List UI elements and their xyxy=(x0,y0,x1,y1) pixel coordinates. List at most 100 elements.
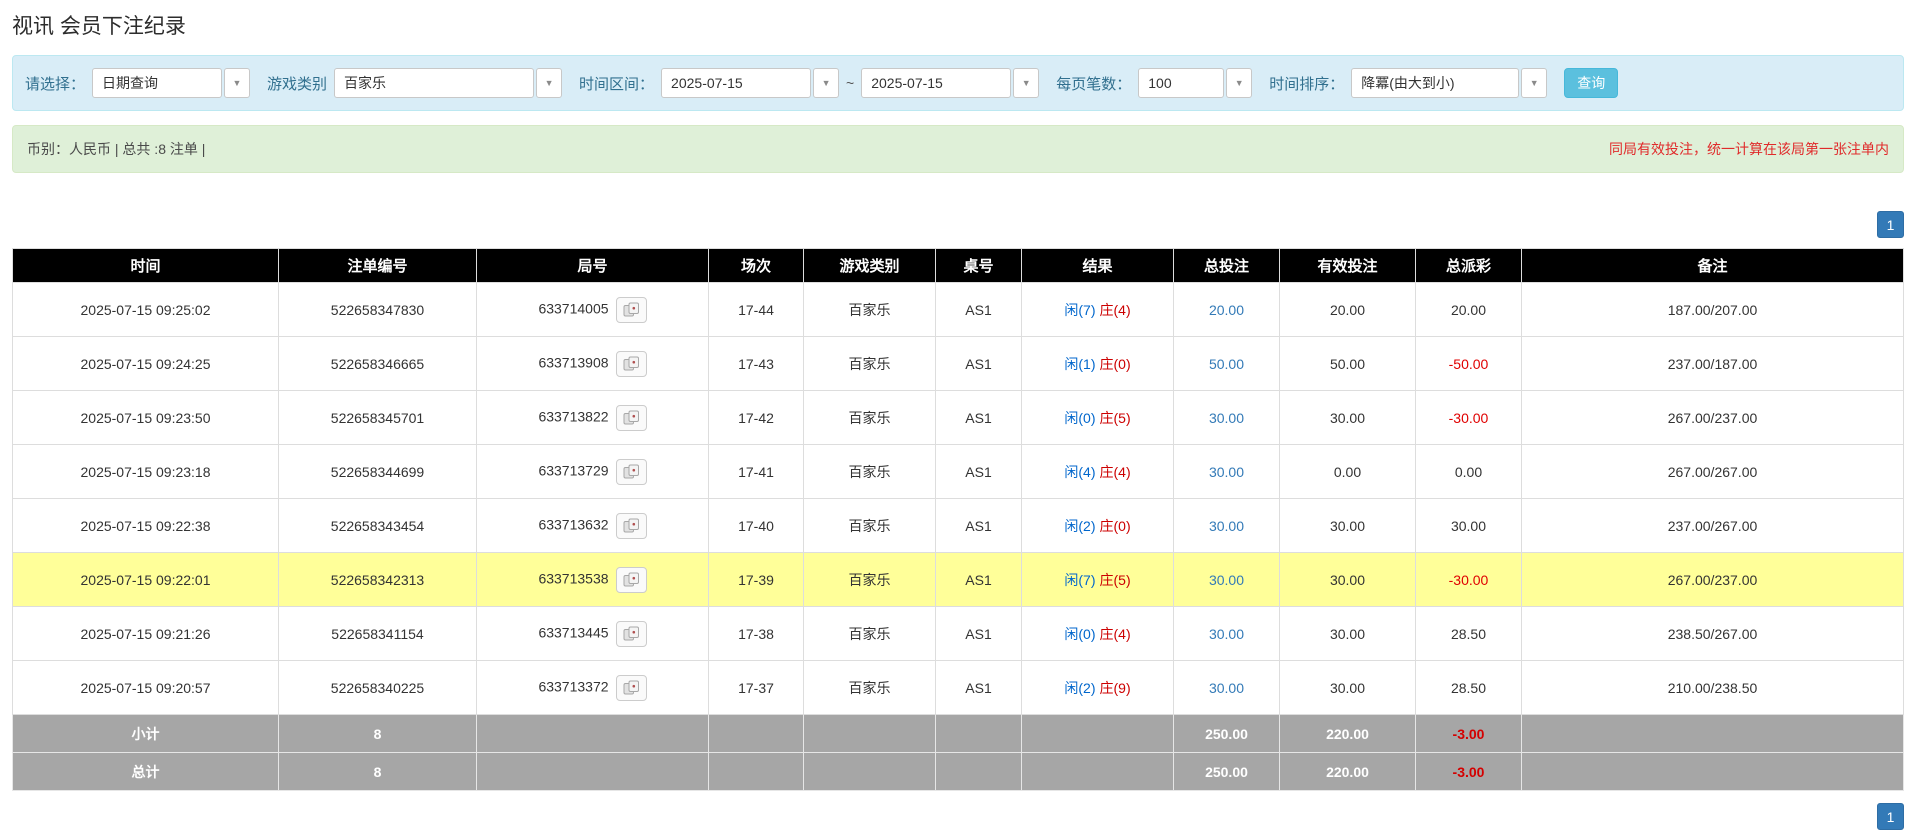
result-cell: 闲(2) 庄(0) xyxy=(1021,498,1174,553)
cards-icon xyxy=(623,356,639,371)
time-sort-dropdown-button[interactable]: ▼ xyxy=(1521,68,1548,98)
time-cell: 2025-07-15 09:21:26 xyxy=(12,606,279,661)
total-bet-cell: 30.00 xyxy=(1173,498,1280,553)
subtotal-total-bet: 250.00 xyxy=(1173,714,1280,753)
pagination-top: 1 xyxy=(12,211,1904,238)
total-bet-link[interactable]: 30.00 xyxy=(1209,464,1244,480)
empty-cell xyxy=(476,752,709,791)
round-id: 633713632 xyxy=(538,516,609,533)
empty-cell xyxy=(1021,752,1174,791)
total-bet-link[interactable]: 30.00 xyxy=(1209,572,1244,588)
header-total-bet: 总投注 xyxy=(1173,248,1280,283)
result-player: 闲(0) xyxy=(1064,409,1096,426)
header-table-no: 桌号 xyxy=(935,248,1022,283)
valid-bet-cell: 30.00 xyxy=(1279,390,1416,445)
valid-bet-cell: 30.00 xyxy=(1279,660,1416,715)
valid-bet-cell: 20.00 xyxy=(1279,282,1416,337)
result-banker: 庄(4) xyxy=(1099,625,1131,642)
round-replay-button[interactable] xyxy=(615,350,647,377)
round-replay-button[interactable] xyxy=(615,674,647,701)
round-replay-button[interactable] xyxy=(615,296,647,323)
page-size-input[interactable] xyxy=(1138,68,1225,98)
bet-id-cell: 522658342313 xyxy=(278,552,477,607)
total-bet-link[interactable]: 20.00 xyxy=(1209,302,1244,318)
cards-icon xyxy=(623,572,639,587)
payout-value: 28.50 xyxy=(1450,679,1487,696)
empty-cell xyxy=(476,714,709,753)
round-replay-button[interactable] xyxy=(615,512,647,539)
page-size-dropdown-button[interactable]: ▼ xyxy=(1226,68,1253,98)
round-replay-button[interactable] xyxy=(615,566,647,593)
valid-bet-cell: 0.00 xyxy=(1279,444,1416,499)
note-cell: 267.00/237.00 xyxy=(1521,390,1904,445)
note-cell: 210.00/238.50 xyxy=(1521,660,1904,715)
result-banker: 庄(4) xyxy=(1099,463,1131,480)
game-type-dropdown-button[interactable]: ▼ xyxy=(536,68,563,98)
date-from-dropdown-button[interactable]: ▼ xyxy=(813,68,840,98)
round-id: 633713372 xyxy=(538,678,609,695)
result-banker: 庄(0) xyxy=(1099,355,1131,372)
game-type-cell: 百家乐 xyxy=(803,606,936,661)
date-range-label: 时间区间： xyxy=(579,75,655,93)
subtotal-label: 小计 xyxy=(12,714,279,753)
result-cell: 闲(4) 庄(4) xyxy=(1021,444,1174,499)
round-id-cell: 633713822 xyxy=(476,390,709,445)
session-cell: 17-38 xyxy=(708,606,804,661)
total-label: 总计 xyxy=(12,752,279,791)
chevron-down-icon: ▼ xyxy=(1529,78,1539,88)
result-cell: 闲(0) 庄(4) xyxy=(1021,606,1174,661)
date-from-input[interactable] xyxy=(661,68,812,98)
cards-icon xyxy=(623,410,639,425)
result-player: 闲(0) xyxy=(1064,625,1096,642)
date-range-separator: ~ xyxy=(846,75,855,91)
result-player: 闲(4) xyxy=(1064,463,1096,480)
session-cell: 17-43 xyxy=(708,336,804,391)
cards-icon xyxy=(623,626,639,641)
game-type-cell: 百家乐 xyxy=(803,552,936,607)
total-bet-link[interactable]: 50.00 xyxy=(1209,356,1244,372)
total-row: 总计 8 250.00 220.00 -3.00 xyxy=(12,752,1904,791)
table-row: 2025-07-15 09:22:38 522658343454 633713632… xyxy=(12,498,1904,553)
date-to-input[interactable] xyxy=(861,68,1012,98)
game-type-input[interactable] xyxy=(334,68,535,98)
filter-group-daterange: 时间区间： ▼ ~ ▼ xyxy=(579,68,1040,98)
payout-value: -50.00 xyxy=(1448,355,1489,372)
valid-bet-cell: 30.00 xyxy=(1279,552,1416,607)
round-id-cell: 633713908 xyxy=(476,336,709,391)
payout-cell: -50.00 xyxy=(1415,336,1522,391)
result-banker: 庄(5) xyxy=(1099,571,1131,588)
game-type-cell: 百家乐 xyxy=(803,444,936,499)
subtotal-row: 小计 8 250.00 220.00 -3.00 xyxy=(12,714,1904,753)
summary-bar: 币别：人民币 | 总共 :8 注单 | 同局有效投注，统一计算在该局第一张注单内 xyxy=(12,125,1904,173)
total-bet-cell: 50.00 xyxy=(1173,336,1280,391)
total-bet-link[interactable]: 30.00 xyxy=(1209,680,1244,696)
page-1-button[interactable]: 1 xyxy=(1877,211,1904,238)
total-bet-link[interactable]: 30.00 xyxy=(1209,626,1244,642)
cards-icon xyxy=(623,464,639,479)
time-cell: 2025-07-15 09:25:02 xyxy=(12,282,279,337)
result-player: 闲(1) xyxy=(1064,355,1096,372)
empty-cell xyxy=(803,752,936,791)
page-title: 视讯 会员下注纪录 xyxy=(12,15,186,38)
round-replay-button[interactable] xyxy=(615,458,647,485)
round-id: 633713538 xyxy=(538,570,609,587)
bet-id-cell: 522658346665 xyxy=(278,336,477,391)
total-bet-cell: 30.00 xyxy=(1173,552,1280,607)
round-id: 633713729 xyxy=(538,462,609,479)
select-type-dropdown-button[interactable]: ▼ xyxy=(224,68,251,98)
round-replay-button[interactable] xyxy=(615,404,647,431)
table-row: 2025-07-15 09:20:57 522658340225 633713372… xyxy=(12,660,1904,715)
payout-value: 30.00 xyxy=(1450,517,1487,534)
cards-icon xyxy=(623,518,639,533)
total-bet-link[interactable]: 30.00 xyxy=(1209,410,1244,426)
game-type-cell: 百家乐 xyxy=(803,498,936,553)
total-bet-link[interactable]: 30.00 xyxy=(1209,518,1244,534)
select-type-input[interactable] xyxy=(92,68,223,98)
search-button[interactable]: 查询 xyxy=(1564,68,1619,98)
round-replay-button[interactable] xyxy=(615,620,647,647)
time-sort-input[interactable] xyxy=(1351,68,1520,98)
header-result: 结果 xyxy=(1021,248,1174,283)
total-valid-bet: 220.00 xyxy=(1279,752,1416,791)
date-to-dropdown-button[interactable]: ▼ xyxy=(1013,68,1040,98)
round-id-cell: 633714005 xyxy=(476,282,709,337)
